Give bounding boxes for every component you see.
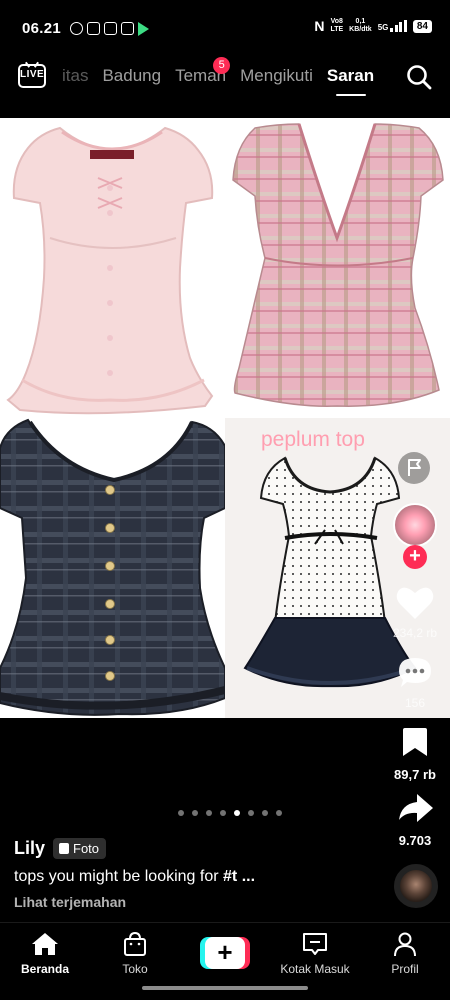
nav-shop[interactable]: Toko: [90, 931, 180, 976]
carousel-dot: [248, 810, 254, 816]
status-indicators: N Vo8 LTE 0,1 KB/dtk 5G 84: [314, 18, 432, 34]
instagram-icon: [87, 22, 100, 35]
status-bar: 06.21 N Vo8 LTE 0,1 KB/dtk 5G 84: [0, 0, 450, 58]
signal-bars-icon: [390, 20, 407, 32]
create-button[interactable]: +: [200, 937, 250, 969]
post-caption: Lily Foto tops you might be looking for …: [14, 838, 384, 910]
caption-text[interactable]: tops you might be looking for #t ...: [14, 868, 384, 886]
carousel-indicator: [178, 810, 282, 816]
music-disc[interactable]: [394, 864, 438, 908]
status-time: 06.21: [22, 20, 62, 37]
notification-badge: 5: [213, 57, 231, 74]
tab-saran[interactable]: Saran: [327, 66, 374, 96]
report-button[interactable]: [398, 452, 430, 484]
like-count: 234,2 rb: [392, 626, 438, 640]
tab-partial[interactable]: itas: [62, 66, 88, 86]
comment-button[interactable]: 156: [391, 655, 439, 710]
live-icon[interactable]: LIVE: [18, 64, 46, 88]
tab-teman[interactable]: Teman 5: [175, 57, 231, 86]
feed-tabs: itas Badung Teman 5 Mengikuti Saran: [62, 57, 374, 96]
profile-icon: [394, 932, 416, 957]
heart-icon: [396, 587, 434, 619]
nav-home[interactable]: Beranda: [0, 931, 90, 976]
carousel-dot: [234, 810, 240, 816]
inbox-icon: [303, 933, 327, 955]
battery-indicator: 84: [412, 19, 432, 33]
home-icon: [32, 933, 58, 955]
bookmark-button[interactable]: 89,7 rb: [391, 726, 439, 782]
search-icon[interactable]: [406, 64, 432, 90]
overlay-text: peplum top: [261, 428, 365, 451]
comment-icon: [399, 658, 431, 687]
carousel-dot: [276, 810, 282, 816]
home-indicator[interactable]: [142, 986, 308, 990]
photo-type-badge: Foto: [53, 838, 107, 859]
caption-hashtag[interactable]: #t ...: [223, 868, 255, 885]
flag-icon: [408, 459, 421, 476]
nav-inbox[interactable]: Kotak Masuk: [270, 931, 360, 976]
plus-icon: +: [205, 937, 245, 969]
carousel-dot: [192, 810, 198, 816]
photo-pink-plaid-top: [225, 118, 450, 418]
post-photo-collage[interactable]: peplum top: [0, 118, 450, 718]
top-navigation: LIVE itas Badung Teman 5 Mengikuti Saran: [0, 57, 450, 102]
like-button[interactable]: 234,2 rb: [391, 585, 439, 640]
follow-button[interactable]: +: [403, 545, 427, 569]
comment-count: 156: [404, 696, 426, 710]
author-name[interactable]: Lily: [14, 838, 45, 859]
nfc-icon: N: [314, 18, 325, 34]
bookmark-icon: [403, 728, 427, 756]
network-type: Vo8 LTE: [330, 18, 344, 33]
carousel-dot: [262, 810, 268, 816]
tab-mengikuti[interactable]: Mengikuti: [240, 66, 313, 86]
photo-navy-plaid-top: [0, 418, 225, 718]
shop-bag-icon: [124, 931, 146, 956]
photo-pink-blouse: [0, 118, 225, 418]
share-count: 9.703: [398, 833, 432, 848]
share-icon: [399, 794, 433, 822]
play-store-icon: [138, 22, 149, 36]
gmail-icon: [121, 22, 134, 35]
messenger-icon: [104, 22, 117, 35]
network-speed: 0,1 KB/dtk: [349, 18, 372, 33]
signal-strength: 5G: [378, 20, 407, 32]
nav-profile[interactable]: Profil: [360, 931, 450, 976]
bookmark-count: 89,7 rb: [394, 767, 436, 782]
carousel-dot: [220, 810, 226, 816]
whatsapp-icon: [70, 22, 83, 35]
see-translation-link[interactable]: Lihat terjemahan: [14, 894, 384, 910]
carousel-dot: [178, 810, 184, 816]
carousel-dot: [206, 810, 212, 816]
photo-icon: [59, 843, 70, 854]
tab-badung[interactable]: Badung: [102, 66, 161, 86]
creator-avatar[interactable]: [393, 503, 437, 547]
share-button[interactable]: 9.703: [391, 792, 439, 848]
photo-type-label: Foto: [73, 841, 100, 856]
notification-icons: [70, 22, 149, 36]
